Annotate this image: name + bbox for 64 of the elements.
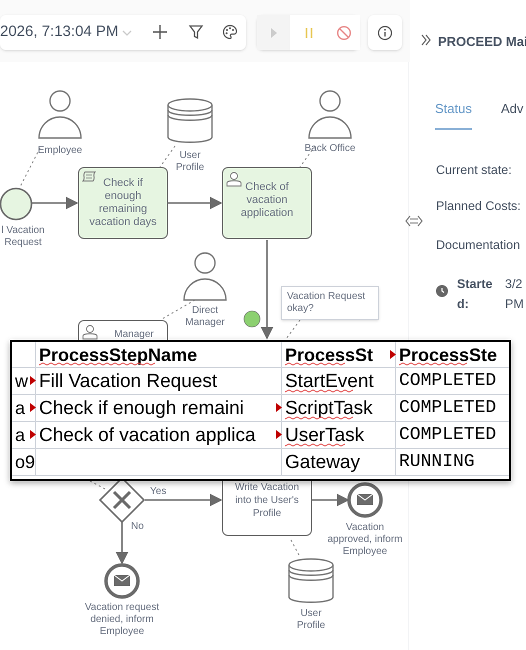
token-marker — [244, 310, 260, 328]
table-cell: Check of vacation applica — [36, 422, 282, 449]
table-cell: ScriptTask — [282, 395, 396, 422]
user-icon — [226, 171, 242, 187]
add-icon[interactable] — [152, 24, 168, 40]
message-end-event-icon — [104, 563, 140, 599]
element-label: User Profile — [174, 150, 206, 174]
table-cell: StartEvent — [282, 368, 396, 395]
person-icon — [307, 90, 353, 140]
element-label: User Profile — [296, 608, 326, 632]
double-chevron-icon[interactable] — [420, 34, 432, 46]
element-label: Back Office — [304, 143, 356, 155]
person-icon — [182, 252, 228, 302]
field-label: Documentation — [436, 237, 520, 254]
table-cell: COMPLETED — [396, 368, 509, 395]
corner-cell — [12, 342, 36, 368]
element-label: l Vacation Request — [0, 225, 46, 249]
text-annotation: Vacation Request okay? — [281, 286, 379, 320]
sequence-flow-arrow — [168, 196, 223, 210]
panel-tab[interactable]: Adv — [501, 99, 524, 130]
started-value: 3/2 PM — [505, 276, 525, 313]
association-line — [286, 320, 300, 340]
person-icon — [37, 90, 83, 140]
date-time-text: 2026, 7:13:04 PM — [0, 22, 118, 42]
task-box[interactable]: Check if enough remaining vacation days — [78, 167, 168, 239]
association-line — [290, 540, 300, 558]
task-box[interactable]: Write Vacation into the User's Profile — [222, 481, 312, 536]
element-label: Direct Manager — [184, 305, 226, 329]
info-button[interactable] — [368, 15, 402, 50]
prohibited-icon — [336, 24, 352, 40]
table-cell: RUNNING — [396, 449, 509, 476]
task-box[interactable]: Manager — [78, 320, 168, 340]
column-header: ProcessSte — [396, 342, 509, 368]
filter-icon[interactable] — [188, 24, 204, 40]
started-label: Started: — [457, 276, 494, 313]
table-cell: UserTask — [282, 422, 396, 449]
table-cell: COMPLETED — [396, 422, 509, 449]
sequence-flow-arrow — [31, 196, 79, 210]
field-label: Planned Costs: — [436, 198, 521, 215]
sequence-flow-arrow — [312, 494, 350, 506]
flow-label: Yes — [150, 485, 166, 499]
clock-icon — [436, 285, 448, 297]
table-cell: o9 — [12, 449, 36, 476]
element-label: Vacation request denied, inform Employee — [84, 602, 160, 638]
column-header: ProcessStepName — [36, 342, 282, 368]
sequence-flow-arrow — [116, 522, 128, 565]
panel-tab[interactable]: Status — [435, 99, 472, 130]
field-label: Current state: — [436, 162, 512, 179]
palette-icon[interactable] — [222, 24, 238, 40]
data-store-icon — [288, 558, 334, 604]
association-line — [20, 148, 40, 188]
element-label: Vacation approved, inform Employee — [326, 522, 404, 558]
data-store-icon — [167, 98, 213, 144]
element-label: Employee — [36, 145, 84, 157]
task-box[interactable]: Check of vacation application — [222, 167, 312, 239]
flow-label: No — [131, 520, 144, 534]
table-cell: Fill Vacation Request — [36, 368, 282, 395]
table-cell: Check if enough remaini — [36, 395, 282, 422]
table-cell: COMPLETED — [396, 395, 509, 422]
info-icon — [377, 24, 393, 40]
association-line — [90, 480, 108, 490]
association-line — [160, 146, 176, 168]
table-cell: Gateway — [282, 449, 396, 476]
resize-handle-icon[interactable] — [405, 215, 423, 227]
